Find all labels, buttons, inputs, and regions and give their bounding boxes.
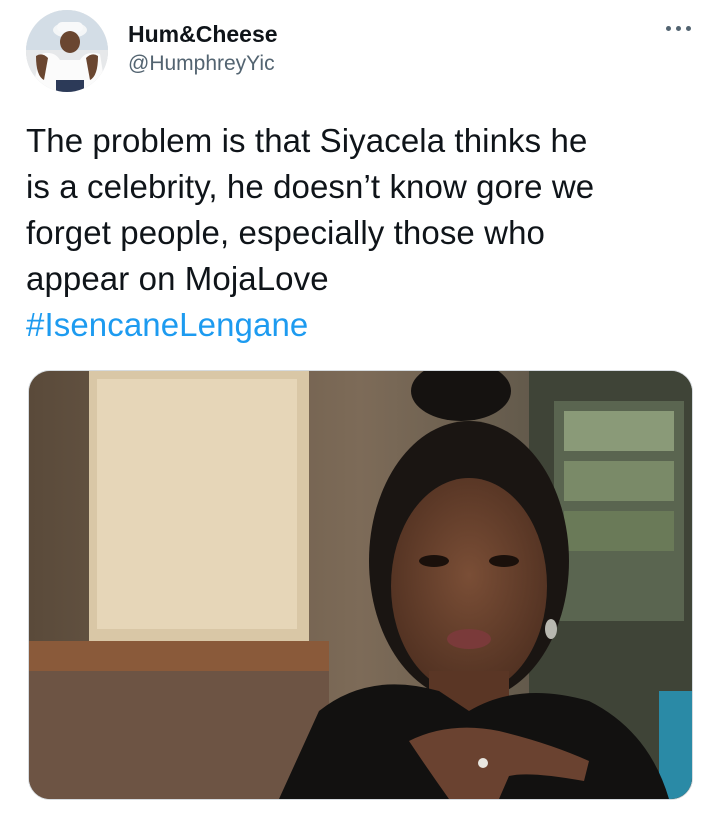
display-name[interactable]: Hum&Cheese	[128, 20, 278, 48]
dot	[666, 26, 671, 31]
user-handle[interactable]: @HumphreyYic	[128, 50, 278, 78]
hashtag-link[interactable]: #IsencaneLengane	[26, 302, 308, 348]
tweet: Hum&Cheese @HumphreyYic The problem is t…	[0, 0, 720, 820]
avatar-image	[26, 10, 108, 92]
more-options-icon[interactable]	[662, 18, 696, 38]
photo	[29, 371, 692, 799]
tweet-text: The problem is that Siyacela thinks he i…	[26, 118, 696, 348]
tweet-header: Hum&Cheese @HumphreyYic	[26, 10, 696, 92]
tweet-body: The problem is that Siyacela thinks he i…	[26, 122, 595, 297]
avatar[interactable]	[26, 10, 108, 92]
user-names: Hum&Cheese @HumphreyYic	[128, 20, 278, 78]
tweet-media-photo[interactable]	[28, 370, 693, 800]
dot	[686, 26, 691, 31]
dot	[676, 26, 681, 31]
